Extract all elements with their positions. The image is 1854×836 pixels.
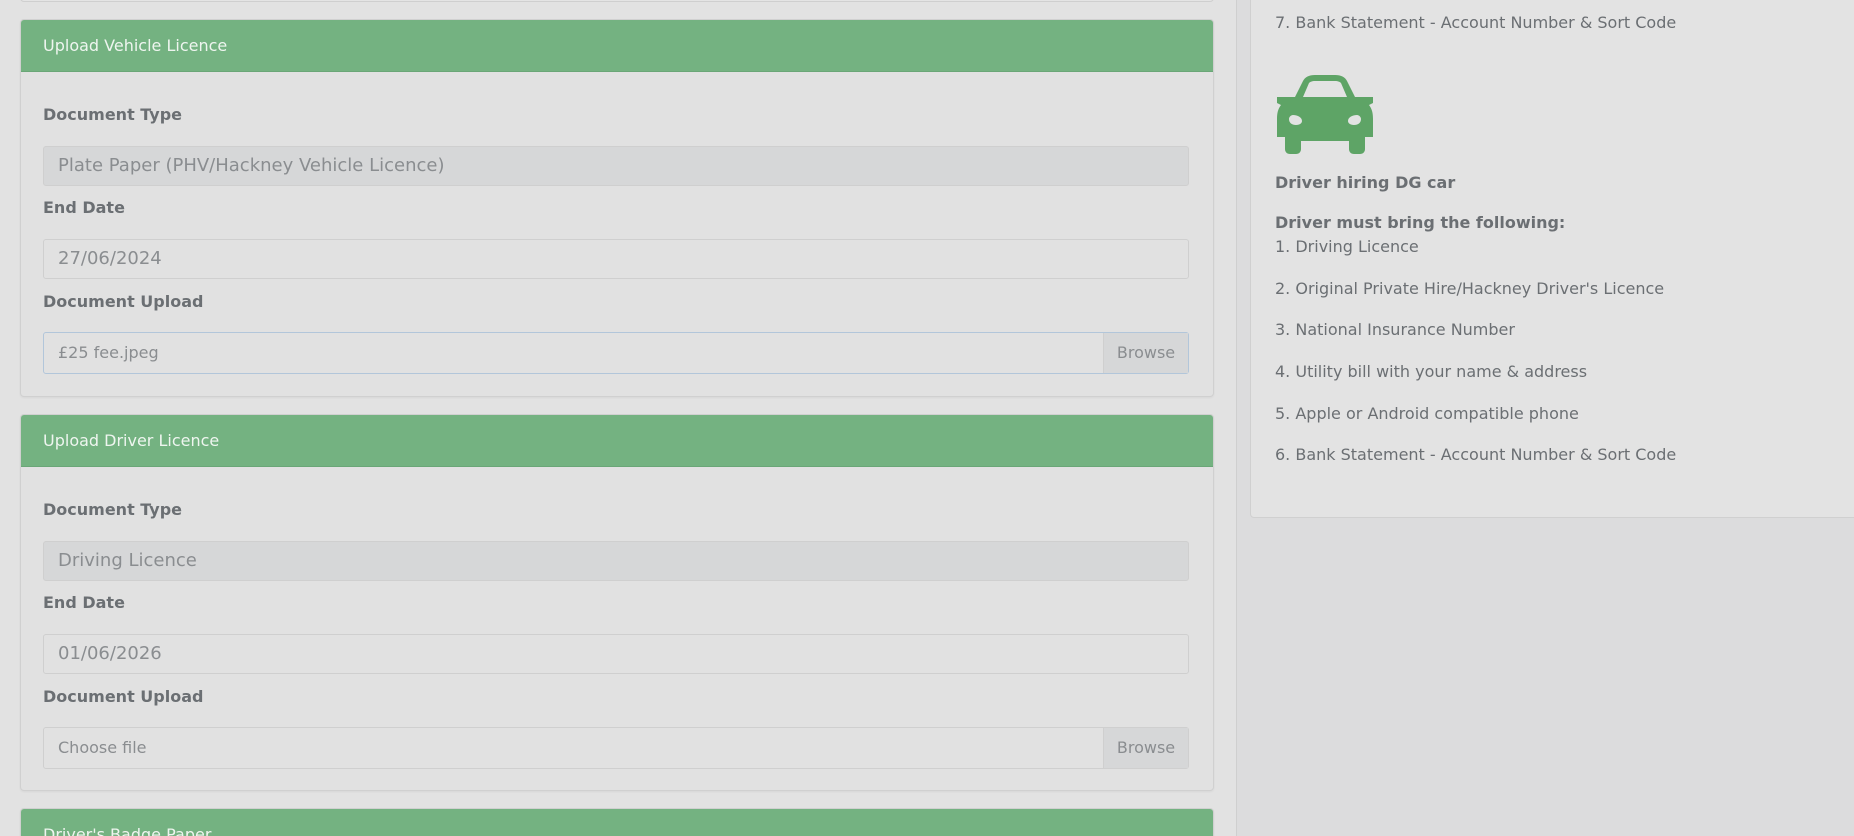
requirement-item: 5. Apple or Android compatible phone	[1275, 404, 1579, 423]
requirement-item: 1. Driving Licence	[1275, 237, 1419, 256]
vehicle-doc-type-label: Document Type	[43, 105, 183, 124]
driver-end-date-label: End Date	[43, 593, 125, 612]
driver-file-input[interactable]: Choose file Browse	[43, 727, 1189, 769]
section-title: Driver hiring DG car	[1275, 173, 1456, 192]
driver-licence-card-header: Upload Driver Licence	[21, 415, 1213, 467]
column-divider	[1236, 0, 1237, 836]
requirement-item: 3. National Insurance Number	[1275, 320, 1515, 339]
vehicle-browse-button[interactable]: Browse	[1103, 333, 1188, 373]
drivers-badge-card-header: Driver's Badge Paper	[21, 809, 1213, 836]
vehicle-licence-card: Upload Vehicle Licence Document Type Pla…	[20, 19, 1214, 397]
driver-doc-type-field: Driving Licence	[43, 541, 1189, 581]
vehicle-file-input[interactable]: £25 fee.jpeg Browse	[43, 332, 1189, 374]
driver-licence-card: Upload Driver Licence Document Type Driv…	[20, 414, 1214, 791]
driver-end-date-field[interactable]: 01/06/2026	[43, 634, 1189, 674]
car-icon	[1277, 75, 1373, 154]
requirement-item: 4. Utility bill with your name & address	[1275, 362, 1588, 381]
previous-card-edge	[20, 0, 1214, 2]
previous-requirement-7: 7. Bank Statement - Account Number & Sor…	[1275, 13, 1677, 32]
requirements-title: Driver must bring the following:	[1275, 213, 1566, 232]
driver-browse-button[interactable]: Browse	[1103, 728, 1188, 768]
vehicle-licence-card-header: Upload Vehicle Licence	[21, 20, 1213, 72]
requirement-item: 6. Bank Statement - Account Number & Sor…	[1275, 445, 1677, 464]
vehicle-doc-type-field: Plate Paper (PHV/Hackney Vehicle Licence…	[43, 146, 1189, 186]
vehicle-end-date-field[interactable]: 27/06/2024	[43, 239, 1189, 279]
driver-upload-label: Document Upload	[43, 687, 204, 706]
driver-file-placeholder[interactable]: Choose file	[44, 728, 1103, 768]
page: Upload Vehicle Licence Document Type Pla…	[0, 0, 1854, 836]
vehicle-file-name[interactable]: £25 fee.jpeg	[44, 333, 1103, 373]
drivers-badge-card: Driver's Badge Paper	[20, 808, 1214, 836]
driver-doc-type-label: Document Type	[43, 500, 183, 519]
upload-forms-column: Upload Vehicle Licence Document Type Pla…	[0, 0, 1236, 836]
vehicle-upload-label: Document Upload	[43, 292, 204, 311]
requirement-item: 2. Original Private Hire/Hackney Driver'…	[1275, 279, 1665, 298]
vehicle-end-date-label: End Date	[43, 198, 125, 217]
requirements-panel: 7. Bank Statement - Account Number & Sor…	[1250, 0, 1854, 518]
